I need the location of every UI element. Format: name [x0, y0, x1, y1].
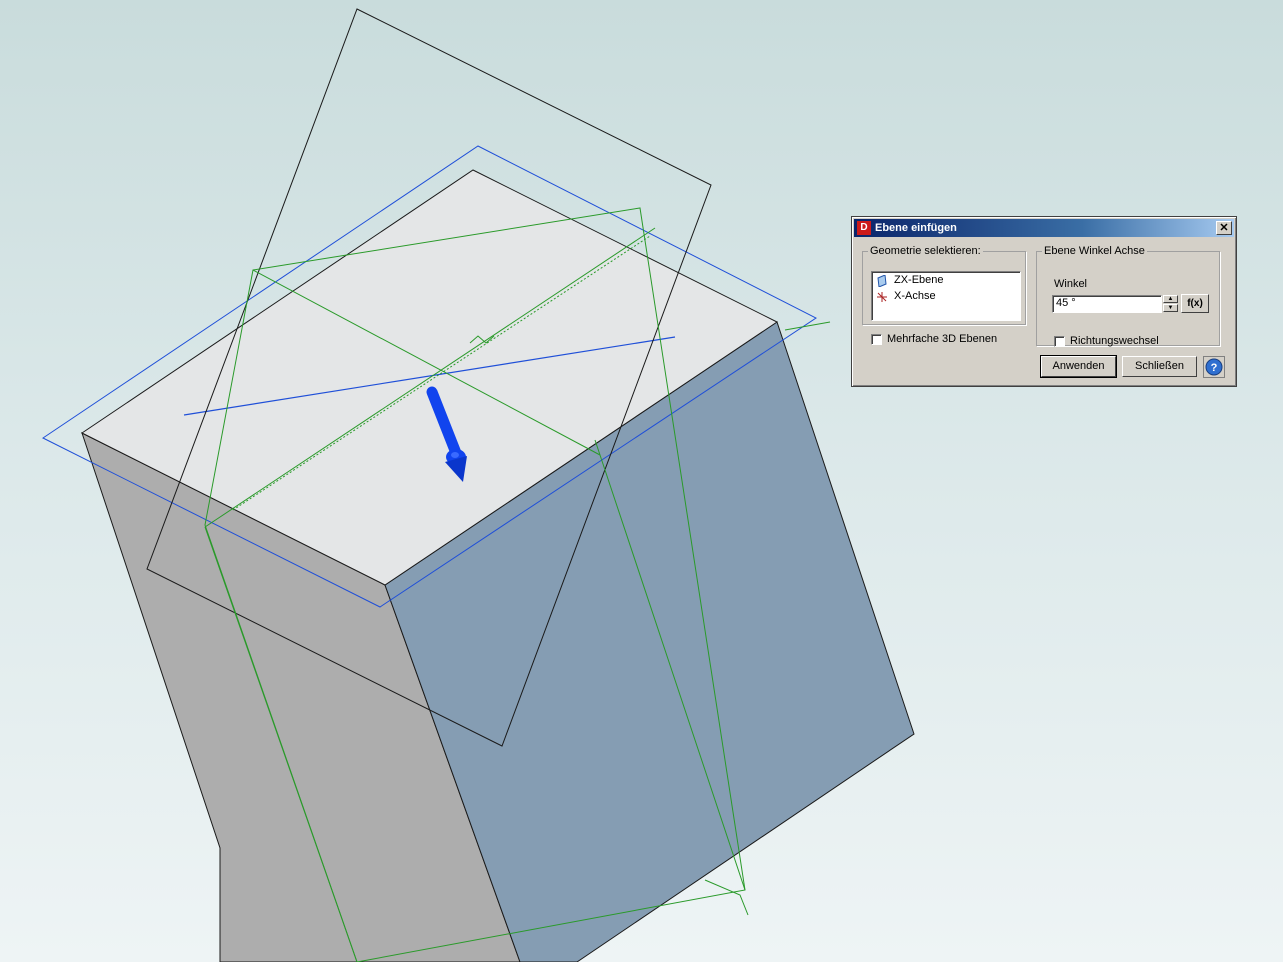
svg-text:?: ?	[1211, 362, 1218, 374]
dialog-titlebar[interactable]: D Ebene einfügen ✕	[854, 219, 1234, 237]
geometry-listbox[interactable]: ZX-Ebene X-Achse	[871, 271, 1021, 321]
close-icon[interactable]: ✕	[1216, 221, 1232, 235]
close-button[interactable]: Schließen	[1122, 356, 1197, 377]
plane-icon	[877, 275, 887, 287]
multiple-planes-checkbox[interactable]	[871, 334, 882, 345]
apply-button[interactable]: Anwenden	[1040, 355, 1117, 378]
spin-down-icon[interactable]: ▼	[1163, 304, 1178, 312]
angle-input[interactable]: 45 °	[1052, 295, 1162, 313]
spin-up-icon[interactable]: ▲	[1163, 295, 1178, 303]
angle-group-legend: Ebene Winkel Achse	[1044, 245, 1145, 257]
insert-plane-dialog: D Ebene einfügen ✕ Geometrie selektieren…	[851, 216, 1237, 387]
direction-change-label: Richtungswechsel	[1070, 335, 1159, 347]
green-corner-marker	[704, 879, 749, 916]
dialog-title: Ebene einfügen	[875, 222, 957, 234]
help-icon[interactable]: ?	[1203, 356, 1225, 378]
plane-angle-axis-group: Ebene Winkel Achse Winkel 45 ° ▲ ▼ f(x) …	[1036, 245, 1220, 347]
geometry-selection-group: Geometrie selektieren: ZX-Ebene X-Achse	[862, 245, 1026, 325]
multiple-planes-label: Mehrfache 3D Ebenen	[887, 333, 998, 345]
axis-icon	[877, 292, 887, 302]
function-button[interactable]: f(x)	[1181, 294, 1209, 313]
list-item-label: ZX-Ebene	[894, 274, 944, 286]
list-item-label: X-Achse	[894, 290, 936, 302]
direction-change-checkbox[interactable]	[1054, 336, 1065, 347]
app-logo-icon: D	[857, 221, 871, 235]
angle-label: Winkel	[1054, 278, 1088, 290]
geometry-group-legend: Geometrie selektieren:	[870, 245, 981, 257]
angle-spinner[interactable]: ▲ ▼	[1163, 295, 1178, 312]
cad-viewport[interactable]	[0, 0, 1283, 962]
